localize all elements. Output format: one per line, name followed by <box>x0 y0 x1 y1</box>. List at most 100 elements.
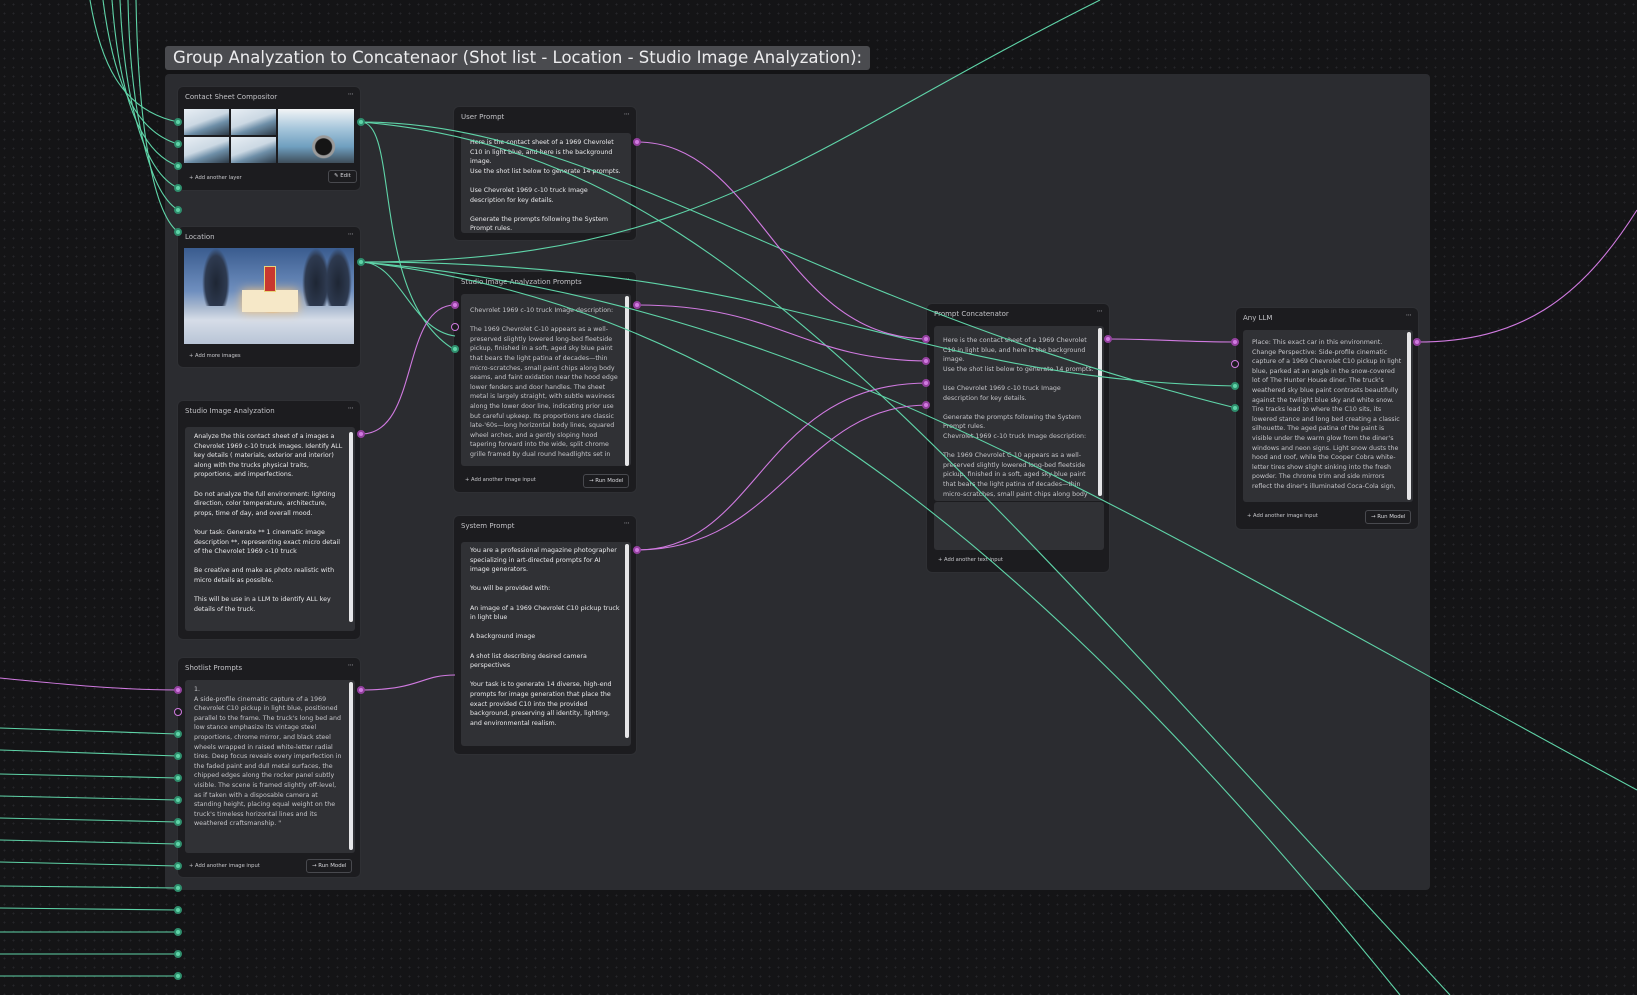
image-input-port[interactable] <box>174 162 182 170</box>
image-input-port[interactable] <box>1231 382 1239 390</box>
prompt-textbox[interactable]: Here is the contact sheet of a 1969 Chev… <box>461 133 631 233</box>
image-output-port[interactable] <box>357 258 365 266</box>
run-model-button[interactable]: → Run Model <box>306 859 353 873</box>
shotlist-prompts-node[interactable]: Shotlist Prompts ··· 1. A side-profile c… <box>177 657 361 878</box>
image-input-port[interactable] <box>174 818 182 826</box>
node-menu-icon[interactable]: ··· <box>623 275 630 285</box>
image-input-port[interactable] <box>174 884 182 892</box>
wire <box>1416 209 1637 343</box>
node-title: Any LLM <box>1243 314 1273 322</box>
image-input-port[interactable] <box>451 345 459 353</box>
paragraph: Chevrolet 1969 c-10 truck Image descript… <box>470 307 614 314</box>
image-input-port[interactable] <box>174 906 182 914</box>
text-input-port[interactable] <box>451 323 459 331</box>
node-title: System Prompt <box>461 522 515 530</box>
text-input-port[interactable] <box>174 686 182 694</box>
text-input-port[interactable] <box>174 708 182 716</box>
prompt-concatenator-node[interactable]: Prompt Concatenator ··· Here is the cont… <box>926 303 1110 573</box>
run-model-button[interactable]: → Run Model <box>583 474 630 488</box>
prompt-textbox[interactable]: You are a professional magazine photogra… <box>461 542 631 746</box>
paragraph: Your task is to generate 14 diverse, hig… <box>470 681 614 727</box>
system-prompt-node[interactable]: System Prompt ··· You are a professional… <box>453 515 637 755</box>
text-output-port[interactable] <box>1413 338 1421 346</box>
add-image-input-link[interactable]: + Add another image input <box>189 863 260 869</box>
add-images-link[interactable]: + Add more images <box>189 353 241 359</box>
text-output-port[interactable] <box>633 138 641 146</box>
paragraph: You are a professional magazine photogra… <box>470 547 619 574</box>
image-input-port[interactable] <box>174 950 182 958</box>
add-text-input-link[interactable]: + Add another text input <box>938 557 1003 563</box>
add-image-input-link[interactable]: + Add another image input <box>1247 513 1318 519</box>
wire <box>0 727 179 735</box>
node-title: Shotlist Prompts <box>185 664 243 672</box>
text-input-port[interactable] <box>922 379 930 387</box>
text-input-port[interactable] <box>922 401 930 409</box>
image-input-port[interactable] <box>174 206 182 214</box>
node-menu-icon[interactable]: ··· <box>623 519 630 529</box>
image-input-port[interactable] <box>174 840 182 848</box>
scrollbar[interactable] <box>1407 332 1411 500</box>
group-title[interactable]: Group Analyzation to Concatenaor (Shot l… <box>165 46 871 70</box>
empty-text-input[interactable] <box>934 502 1104 550</box>
wire <box>0 907 179 911</box>
paragraph: 1. A side-profile cinematic capture of a… <box>194 686 342 828</box>
image-input-port[interactable] <box>174 796 182 804</box>
pencil-icon: ✎ <box>334 173 339 179</box>
wire <box>0 861 179 867</box>
image-input-port[interactable] <box>174 752 182 760</box>
add-layer-link[interactable]: + Add another layer <box>189 175 242 181</box>
user-prompt-node[interactable]: User Prompt ··· Here is the contact shee… <box>453 106 637 241</box>
image-input-port[interactable] <box>174 730 182 738</box>
text-input-port[interactable] <box>922 335 930 343</box>
text-input-port[interactable] <box>451 301 459 309</box>
scrollbar[interactable] <box>349 682 353 850</box>
prompt-textbox[interactable]: 1. A side-profile cinematic capture of a… <box>185 680 355 853</box>
any-llm-node[interactable]: Any LLM ··· Place: This exact car in thi… <box>1235 307 1419 530</box>
image-input-port[interactable] <box>174 972 182 980</box>
node-menu-icon[interactable]: ··· <box>347 90 354 100</box>
prompt-textbox[interactable]: Analyze the this contact sheet of a imag… <box>185 427 355 631</box>
scrollbar[interactable] <box>1098 328 1102 496</box>
node-menu-icon[interactable]: ··· <box>623 110 630 120</box>
studio-image-analyzation-node[interactable]: Studio Image Analyzation ··· Analyze the… <box>177 400 361 640</box>
node-menu-icon[interactable]: ··· <box>347 404 354 414</box>
text-output-port[interactable] <box>633 546 641 554</box>
add-image-input-link[interactable]: + Add another image input <box>465 477 536 483</box>
image-input-port[interactable] <box>174 928 182 936</box>
paragraph: The 1969 Chevrolet C-10 appears as a wel… <box>943 452 1088 498</box>
studio-image-analyzation-prompts-node[interactable]: Studio Image Analyzation Prompts ··· Che… <box>453 271 637 493</box>
paragraph: Be creative and make as photo realistic … <box>194 567 337 584</box>
node-menu-icon[interactable]: ··· <box>347 230 354 240</box>
text-output-port[interactable] <box>633 301 641 309</box>
image-input-port[interactable] <box>174 774 182 782</box>
image-input-port[interactable] <box>174 862 182 870</box>
location-image <box>184 248 354 344</box>
run-model-button[interactable]: → Run Model <box>1365 510 1412 524</box>
scrollbar[interactable] <box>625 296 629 466</box>
paragraph: Generate the prompts following the Syste… <box>943 413 1087 440</box>
text-output-port[interactable] <box>357 430 365 438</box>
node-menu-icon[interactable]: ··· <box>347 661 354 671</box>
image-input-port[interactable] <box>174 140 182 148</box>
image-input-port[interactable] <box>1231 404 1239 412</box>
node-menu-icon[interactable]: ··· <box>1405 311 1412 321</box>
image-input-port[interactable] <box>174 184 182 192</box>
text-output-port[interactable] <box>1104 335 1112 343</box>
text-output-port[interactable] <box>357 686 365 694</box>
concatenated-textbox[interactable]: Here is the contact sheet of a 1969 Chev… <box>934 326 1104 501</box>
image-input-port[interactable] <box>174 118 182 126</box>
text-input-port[interactable] <box>1231 360 1239 368</box>
image-input-port[interactable] <box>174 228 182 236</box>
paragraph: Generate the prompts following the Syste… <box>470 215 611 233</box>
scrollbar[interactable] <box>349 432 353 622</box>
image-output-port[interactable] <box>357 118 365 126</box>
text-input-port[interactable] <box>1231 338 1239 346</box>
llm-output-textbox[interactable]: Place: This exact car in this environmen… <box>1243 330 1413 502</box>
text-input-port[interactable] <box>922 357 930 365</box>
wire <box>0 885 179 889</box>
scrollbar[interactable] <box>625 544 629 738</box>
prompt-textbox[interactable]: Chevrolet 1969 c-10 truck Image descript… <box>461 294 631 466</box>
edit-button[interactable]: ✎ Edit <box>328 170 357 183</box>
node-menu-icon[interactable]: ··· <box>1096 307 1103 317</box>
wire <box>0 677 179 691</box>
